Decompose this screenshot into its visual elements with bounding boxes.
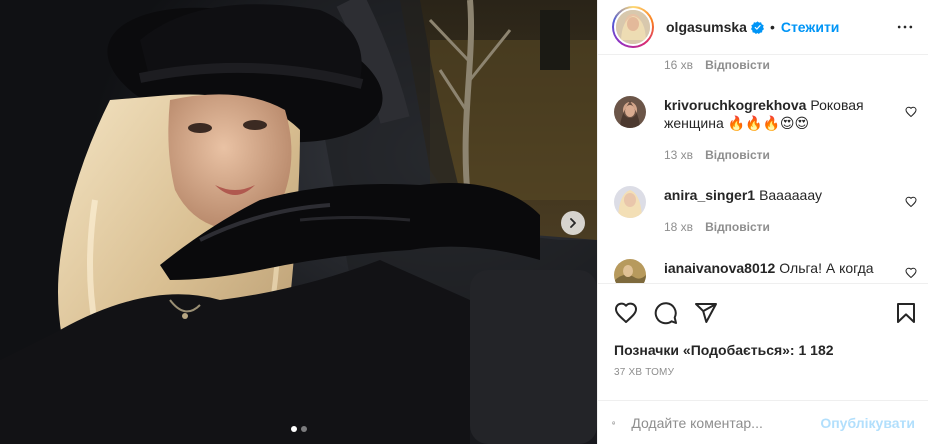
post-photo[interactable] — [0, 0, 597, 444]
heart-icon[interactable] — [614, 301, 638, 325]
publish-comment-button[interactable]: Опублікувати — [820, 415, 915, 431]
share-icon[interactable] — [694, 301, 718, 325]
like-comment-heart-icon[interactable] — [905, 106, 917, 118]
comment-meta: 13 хв Відповісти — [664, 148, 770, 162]
commenter-avatar-image — [614, 96, 646, 128]
post-timestamp[interactable]: 37 ХВ ТОМУ — [614, 367, 674, 378]
emoji-icon[interactable] — [612, 411, 616, 435]
comment-icon[interactable] — [654, 301, 678, 325]
comment-item: anira_singer1 Ваааааау — [614, 186, 914, 218]
carousel-indicator — [0, 426, 597, 432]
post-action-bar — [598, 283, 928, 341]
comment-text: Ваааааау — [759, 187, 822, 203]
like-comment-heart-icon[interactable] — [905, 267, 917, 279]
commenter-username[interactable]: krivoruchkogrekhova — [664, 97, 806, 113]
comments-list[interactable]: 16 хв Відповісти krivoruchkogrekhova Роко… — [598, 55, 928, 283]
chevron-right-icon — [570, 218, 576, 228]
commenter-avatar[interactable] — [614, 96, 646, 128]
comment-time: 16 хв — [664, 58, 694, 72]
like-comment-heart-icon[interactable] — [905, 196, 917, 208]
likes-count[interactable]: Позначки «Подобається»: 1 182 — [614, 342, 834, 358]
comment-time: 18 хв — [664, 220, 694, 234]
comment-item: krivoruchkogrekhova Роковая женщина 🔥🔥🔥😍😍 — [614, 96, 914, 132]
comment-time: 13 хв — [664, 148, 694, 162]
post-image — [0, 0, 597, 444]
reply-button[interactable]: Відповісти — [705, 58, 770, 72]
commenter-username[interactable]: ianaivanova8012 — [664, 260, 775, 276]
reply-button[interactable]: Відповісти — [705, 220, 770, 234]
header-separator: • — [769, 19, 775, 35]
carousel-next-button[interactable] — [561, 211, 585, 235]
commenter-avatar[interactable] — [614, 259, 646, 283]
commenter-avatar-image — [614, 186, 646, 218]
commenter-avatar-image — [614, 259, 646, 283]
bookmark-icon[interactable] — [894, 301, 918, 325]
comment-item: ianaivanova8012Ольга! А когда же — [614, 259, 914, 283]
author-avatar-image — [616, 10, 650, 44]
add-comment-bar: Опублікувати — [598, 400, 928, 444]
post-header: olgasumska • Стежити — [598, 0, 928, 55]
author-username[interactable]: olgasumska — [666, 19, 747, 35]
carousel-dot-active — [290, 426, 297, 432]
author-avatar[interactable] — [612, 6, 654, 48]
more-options-icon[interactable] — [895, 17, 915, 37]
comment-meta: 16 хв Відповісти — [664, 58, 770, 72]
comment-meta: 18 хв Відповісти — [664, 220, 770, 234]
carousel-dot — [300, 426, 307, 432]
post-side-panel: olgasumska • Стежити 16 хв Відповісти kr… — [597, 0, 928, 444]
verified-badge-icon — [750, 20, 764, 34]
commenter-avatar[interactable] — [614, 186, 646, 218]
comment-input[interactable] — [631, 414, 813, 431]
reply-button[interactable]: Відповісти — [705, 148, 770, 162]
follow-button[interactable]: Стежити — [781, 19, 840, 35]
commenter-username[interactable]: anira_singer1 — [664, 187, 755, 203]
